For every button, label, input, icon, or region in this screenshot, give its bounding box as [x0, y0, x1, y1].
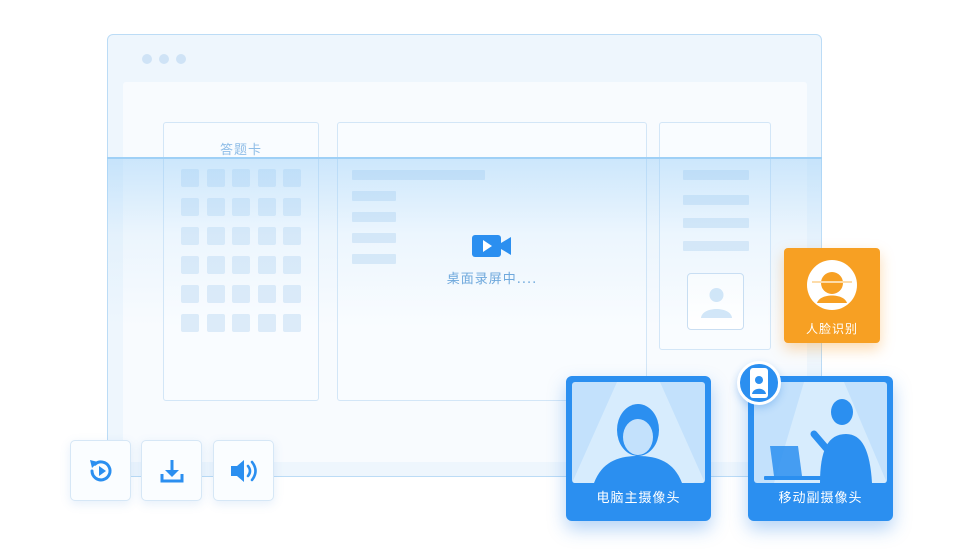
text-line — [683, 170, 749, 180]
answer-cell — [257, 169, 276, 187]
answer-cell — [181, 256, 199, 274]
face-icon — [807, 260, 857, 310]
answer-cell — [206, 169, 225, 187]
download-button[interactable] — [141, 440, 202, 501]
answer-cell — [232, 314, 250, 332]
answer-cell — [283, 285, 301, 303]
answer-cell — [181, 227, 199, 245]
text-line — [352, 170, 485, 180]
answer-card-panel: 答题卡 — [163, 122, 319, 401]
video-camera-icon — [472, 235, 511, 257]
answer-cell — [206, 227, 225, 245]
answer-cell — [232, 256, 250, 274]
replay-icon — [89, 459, 111, 481]
answer-cell — [257, 198, 276, 216]
answer-card-title: 答题卡 — [219, 143, 262, 158]
answer-cell — [181, 198, 199, 216]
question-panel — [337, 122, 647, 401]
answer-cell — [283, 169, 301, 187]
pc-camera-card[interactable]: 电脑主摄像头 — [566, 376, 711, 521]
text-line — [352, 212, 396, 222]
window-dot-1 — [142, 54, 152, 64]
answer-cell — [181, 285, 199, 303]
user-avatar — [687, 273, 744, 330]
answer-cell — [283, 314, 301, 332]
text-line — [683, 195, 749, 205]
answer-cell — [232, 169, 250, 187]
answer-cell — [206, 198, 225, 216]
answer-cell — [257, 256, 276, 274]
answer-cell — [206, 256, 225, 274]
answer-cell — [181, 169, 199, 187]
answer-cell — [283, 198, 301, 216]
speaker-icon — [230, 459, 257, 482]
answer-cell — [257, 314, 276, 332]
answer-cell — [232, 227, 250, 245]
answer-cell — [232, 198, 250, 216]
answer-cell — [232, 285, 250, 303]
text-line — [352, 254, 396, 264]
person-icon — [572, 382, 705, 483]
profile-panel — [659, 122, 771, 350]
pc-camera-screen — [572, 382, 705, 483]
answer-cell — [283, 256, 301, 274]
pc-camera-label: 电脑主摄像头 — [596, 491, 681, 506]
answer-cell — [206, 285, 225, 303]
speaker-button[interactable] — [213, 440, 274, 501]
window-dot-2 — [159, 54, 169, 64]
answer-cell — [257, 285, 276, 303]
mobile-camera-label: 移动副摄像头 — [778, 491, 863, 506]
face-recognition-card[interactable]: 人脸识别 — [784, 248, 880, 343]
answer-cell — [283, 227, 301, 245]
phone-person-icon — [750, 368, 768, 398]
replay-button[interactable] — [70, 440, 131, 501]
answer-cell — [181, 314, 199, 332]
text-line — [683, 241, 749, 251]
recording-status: 桌面录屏中.... — [446, 272, 538, 287]
answer-cell — [206, 314, 225, 332]
user-icon — [701, 288, 732, 318]
text-line — [683, 218, 749, 228]
text-line — [352, 233, 396, 243]
answer-cell — [257, 227, 276, 245]
window-dot-3 — [176, 54, 186, 64]
face-recognition-label: 人脸识别 — [805, 322, 858, 336]
phone-badge — [737, 361, 781, 405]
download-icon — [160, 459, 183, 482]
text-line — [352, 191, 396, 201]
